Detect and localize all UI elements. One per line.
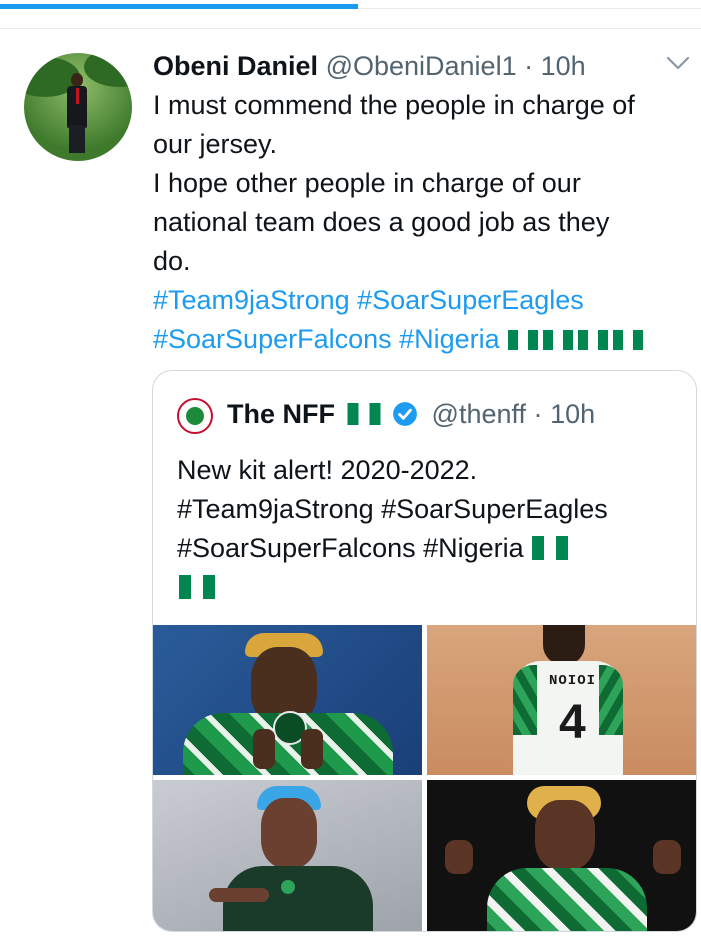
quoted-tweet-text: New kit alert! 2020-2022. #Team9jaStrong… xyxy=(177,451,677,607)
quoted-author-handle[interactable]: @thenff xyxy=(432,399,526,429)
timeline-divider xyxy=(0,28,701,29)
quoted-tweet-timestamp[interactable]: 10h xyxy=(550,399,595,429)
loading-progress-fill xyxy=(0,4,358,9)
player-kissing-badge-photo[interactable] xyxy=(153,625,422,775)
quoted-tweet-line: #SoarSuperFalcons #Nigeria xyxy=(177,533,524,563)
tweet-timestamp[interactable]: 10h xyxy=(541,51,586,81)
quoted-tweet-card[interactable]: The NFF @thenff · 10h New kit alert! 202… xyxy=(152,370,697,932)
nigeria-flag-icon xyxy=(507,330,538,350)
nff-logo-avatar[interactable] xyxy=(177,398,213,434)
nigeria-flag-icon xyxy=(531,536,568,560)
jersey-number-text: 4 xyxy=(559,696,586,749)
tweet-header: Obeni Daniel @ObeniDaniel1 · 10h xyxy=(153,48,586,84)
nigeria-flag-icon xyxy=(347,403,381,425)
tweet-text: I must commend the people in charge of o… xyxy=(153,86,698,359)
author-name[interactable]: Obeni Daniel xyxy=(153,51,318,81)
author-avatar[interactable] xyxy=(24,53,132,161)
quoted-tweet-line: #Team9jaStrong #SoarSuperEagles xyxy=(177,494,608,524)
header-separator: · xyxy=(524,51,534,81)
media-grid: NOIOI 4 xyxy=(153,625,696,931)
player-back-jersey-photo[interactable]: NOIOI 4 xyxy=(427,625,696,775)
flag-emoji-group xyxy=(500,324,643,354)
tweet-line: I hope other people in charge of our xyxy=(153,168,581,198)
nigeria-flag-icon xyxy=(612,330,643,350)
nigeria-flag-icon xyxy=(179,575,215,599)
nigeria-flag-icon xyxy=(577,330,608,350)
tweet-line: I must commend the people in charge of xyxy=(153,90,635,120)
verified-badge-icon xyxy=(393,402,417,426)
quoted-tweet-header: The NFF @thenff · 10h xyxy=(227,396,595,432)
chevron-down-icon[interactable] xyxy=(666,55,690,71)
tweet-line: do. xyxy=(153,246,191,276)
tweet-line: national team does a good job as they xyxy=(153,207,610,237)
author-handle[interactable]: @ObeniDaniel1 xyxy=(326,51,517,81)
quoted-flag-line-2 xyxy=(177,568,677,607)
hashtag-flag-line: #SoarSuperFalcons #Nigeria xyxy=(153,320,698,359)
loading-progress-bar xyxy=(0,0,701,12)
jersey-name-text: NOIOI xyxy=(549,673,597,689)
tweet-line: our jersey. xyxy=(153,129,278,159)
player-pointing-photo[interactable] xyxy=(153,780,422,931)
quoted-flag-line: #SoarSuperFalcons #Nigeria xyxy=(177,529,677,568)
quoted-author-name[interactable]: The NFF xyxy=(227,399,335,429)
nigeria-flag-icon xyxy=(542,330,573,350)
hashtag-line[interactable]: #SoarSuperFalcons #Nigeria xyxy=(153,324,500,354)
player-celebrating-photo[interactable] xyxy=(427,780,696,931)
hashtag-line[interactable]: #Team9jaStrong #SoarSuperEagles xyxy=(153,281,698,320)
quoted-tweet-line: New kit alert! 2020-2022. xyxy=(177,455,478,485)
quoted-header-separator: · xyxy=(533,399,543,429)
loading-progress-track xyxy=(358,8,701,9)
